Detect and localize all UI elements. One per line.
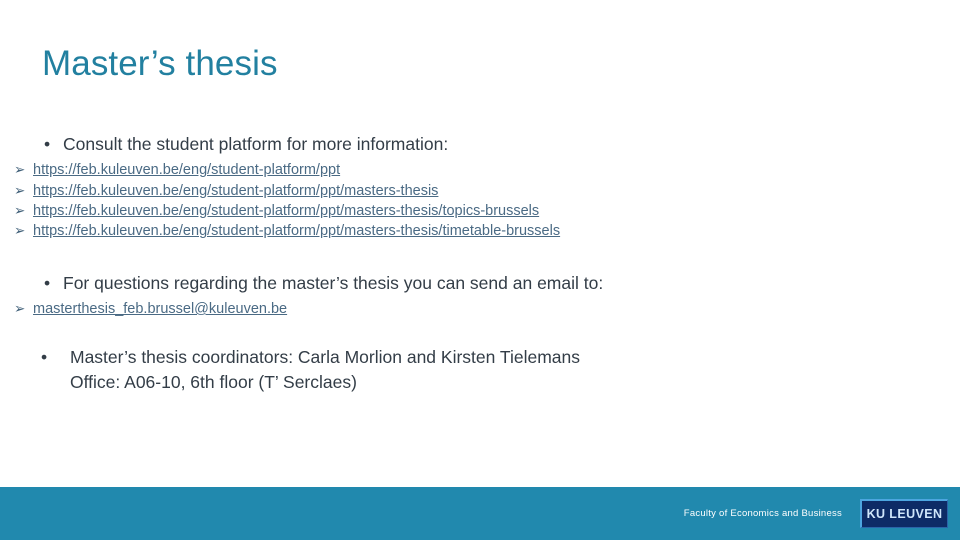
masters-thesis-link[interactable]: https://feb.kuleuven.be/eng/student-plat…: [33, 183, 438, 199]
arrow-bullet-icon: ➢: [14, 203, 26, 219]
bullet-dot-icon: •: [41, 347, 48, 368]
slide: Master’s thesis • Consult the student pl…: [0, 0, 960, 540]
arrow-bullet-icon: ➢: [14, 162, 26, 178]
faculty-label: Faculty of Economics and Business: [683, 508, 842, 519]
arrow-bullet-icon: ➢: [14, 182, 26, 198]
bullet-2-text: For questions regarding the master’s the…: [63, 272, 604, 293]
timetable-brussels-link[interactable]: https://feb.kuleuven.be/eng/student-plat…: [33, 223, 560, 239]
link-list-item[interactable]: ➢ https://feb.kuleuven.be/eng/student-pl…: [0, 221, 930, 241]
bullet-item-3: • Master’s thesis coordinators: Carla Mo…: [0, 345, 930, 393]
bullet-3-text: Master’s thesis coordinators: Carla Morl…: [70, 347, 580, 368]
link-list-item[interactable]: ➢ https://feb.kuleuven.be/eng/student-pl…: [0, 160, 930, 180]
bullet-3-office-text: Office: A06-10, 6th floor (T’ Serclaes): [70, 371, 357, 392]
ku-leuven-logo: KU LEUVEN: [860, 499, 948, 528]
link-list-item[interactable]: ➢ https://feb.kuleuven.be/eng/student-pl…: [0, 181, 930, 201]
link-list-item[interactable]: ➢ https://feb.kuleuven.be/eng/student-pl…: [0, 201, 930, 221]
link-list-1: ➢ https://feb.kuleuven.be/eng/student-pl…: [0, 160, 930, 242]
bullet-dot-icon: •: [44, 134, 51, 154]
arrow-bullet-icon: ➢: [14, 301, 26, 317]
footer-bar: Faculty of Economics and Business KU LEU…: [0, 487, 960, 540]
masterthesis-email-link[interactable]: masterthesis_feb.brussel@kuleuven.be: [33, 301, 287, 317]
bullet-item-2: • For questions regarding the master’s t…: [0, 271, 930, 295]
bullet-1-text: Consult the student platform for more in…: [63, 134, 449, 154]
topics-brussels-link[interactable]: https://feb.kuleuven.be/eng/student-plat…: [33, 203, 539, 219]
slide-body: • Consult the student platform for more …: [0, 132, 930, 394]
bullet-item-1: • Consult the student platform for more …: [0, 132, 930, 156]
arrow-bullet-icon: ➢: [14, 223, 26, 239]
link-list-item[interactable]: ➢ masterthesis_feb.brussel@kuleuven.be: [0, 299, 930, 319]
bullet-dot-icon: •: [44, 272, 51, 293]
footer-content: Faculty of Economics and Business KU LEU…: [684, 487, 948, 540]
student-platform-link[interactable]: https://feb.kuleuven.be/eng/student-plat…: [33, 162, 340, 178]
link-list-2: ➢ masterthesis_feb.brussel@kuleuven.be: [0, 299, 930, 319]
ku-leuven-logo-text: KU LEUVEN: [866, 507, 943, 521]
page-title: Master’s thesis: [42, 44, 278, 83]
